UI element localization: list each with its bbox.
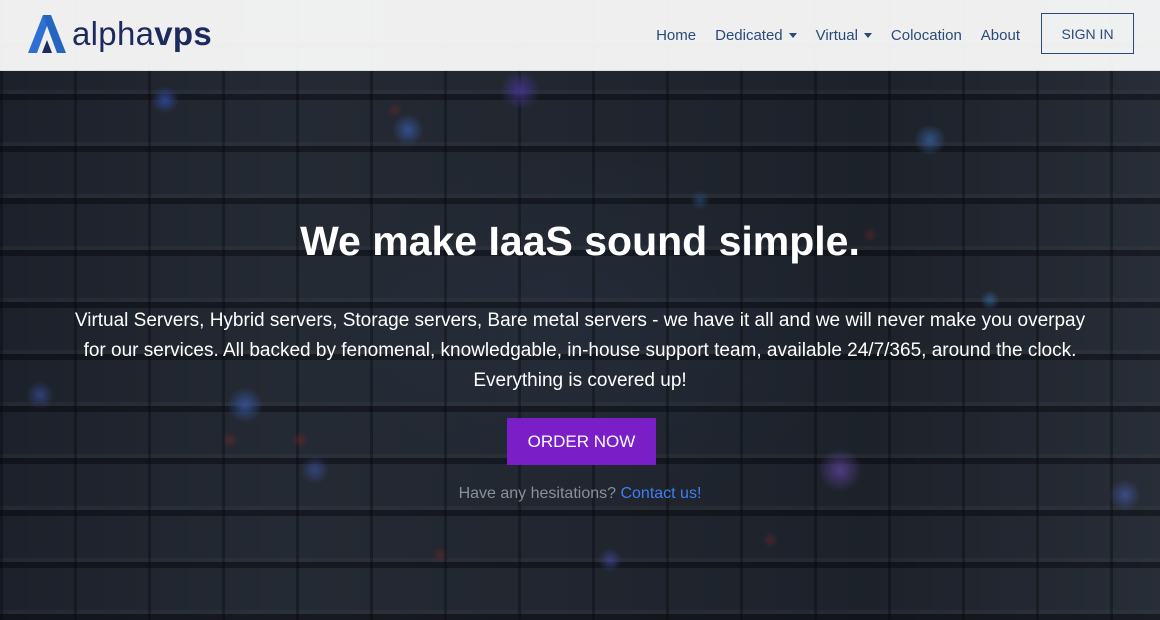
alphavps-logo-icon [28,15,66,53]
nav-item-label: About [980,27,1020,44]
nav-item-label: Colocation [890,27,962,44]
nav-item-dedicated[interactable]: Dedicated [715,27,797,44]
contact-us-link[interactable]: Contact us! [620,485,701,502]
nav-item-colocation[interactable]: Colocation [891,27,962,44]
caret-down-icon [788,33,797,38]
hesitation-line: Have any hesitations? Contact us! [0,485,1160,503]
main-nav: Home Dedicated Virtual Colocation About [637,0,1020,71]
order-now-button[interactable]: ORDER NOW [507,418,656,465]
nav-item-label: Virtual [815,27,858,44]
hero-title: We make IaaS sound simple. [300,218,860,264]
sign-in-button[interactable]: SIGN IN [1041,13,1134,54]
hero-description: Virtual Servers, Hybrid servers, Storage… [20,306,1140,396]
nav-item-virtual[interactable]: Virtual [816,27,872,44]
brand-name-bold: vps [154,15,213,52]
brand-name-light: alpha [72,15,155,52]
hero-description-line: for our services. All backed by fenomena… [83,340,1077,361]
hero-description-line: Virtual Servers, Hybrid servers, Storage… [74,310,1086,331]
brand-logo[interactable]: alphavps [26,12,212,56]
brand-wordmark: alphavps [72,15,212,53]
caret-down-icon [863,33,872,38]
nav-item-label: Dedicated [715,27,783,44]
top-navbar: alphavps Home Dedicated Virtual Colocati… [0,0,1160,71]
nav-item-home[interactable]: Home [656,27,696,44]
hero-description-line: Everything is covered up! [473,370,687,391]
hesitation-text: Have any hesitations? [458,485,617,502]
nav-item-label: Home [656,27,697,44]
nav-item-about[interactable]: About [981,27,1020,44]
